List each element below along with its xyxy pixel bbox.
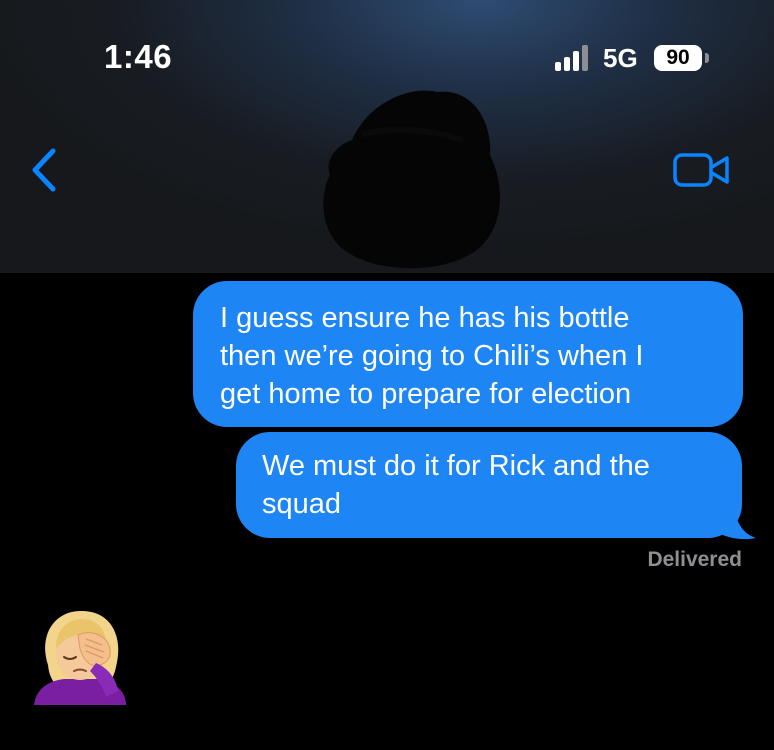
message-bubble[interactable]: I guess ensure he has his bottle then we… <box>193 281 743 427</box>
network-type: 5G <box>603 43 638 73</box>
message-line: We must do it for Rick and the <box>262 450 650 482</box>
conversation-screen: 1:46 5G 90 I guess ensure he has his bot… <box>0 0 774 750</box>
chevron-left-icon <box>32 148 56 192</box>
message-bubble[interactable]: We must do it for Rick and the squad <box>236 432 742 538</box>
conversation-header: 1:46 5G 90 <box>0 0 774 273</box>
battery-indicator: 90 <box>654 45 702 71</box>
contact-avatar[interactable] <box>312 80 512 275</box>
message-line: squad <box>262 488 342 520</box>
message-line: then we’re going to Chili’s when I <box>220 340 644 372</box>
message-line: get home to prepare for election <box>220 378 632 410</box>
woman-facepalming-icon[interactable] <box>30 605 130 705</box>
delivery-status: Delivered <box>647 548 742 571</box>
cellular-signal-icon <box>555 45 588 71</box>
status-time: 1:46 <box>104 38 173 75</box>
battery-cap <box>705 53 709 63</box>
back-button[interactable] <box>28 145 64 195</box>
facetime-video-button[interactable] <box>672 150 732 190</box>
video-camera-icon <box>673 153 729 187</box>
bubble-tail <box>712 506 756 540</box>
message-line: I guess ensure he has his bottle <box>220 302 630 334</box>
